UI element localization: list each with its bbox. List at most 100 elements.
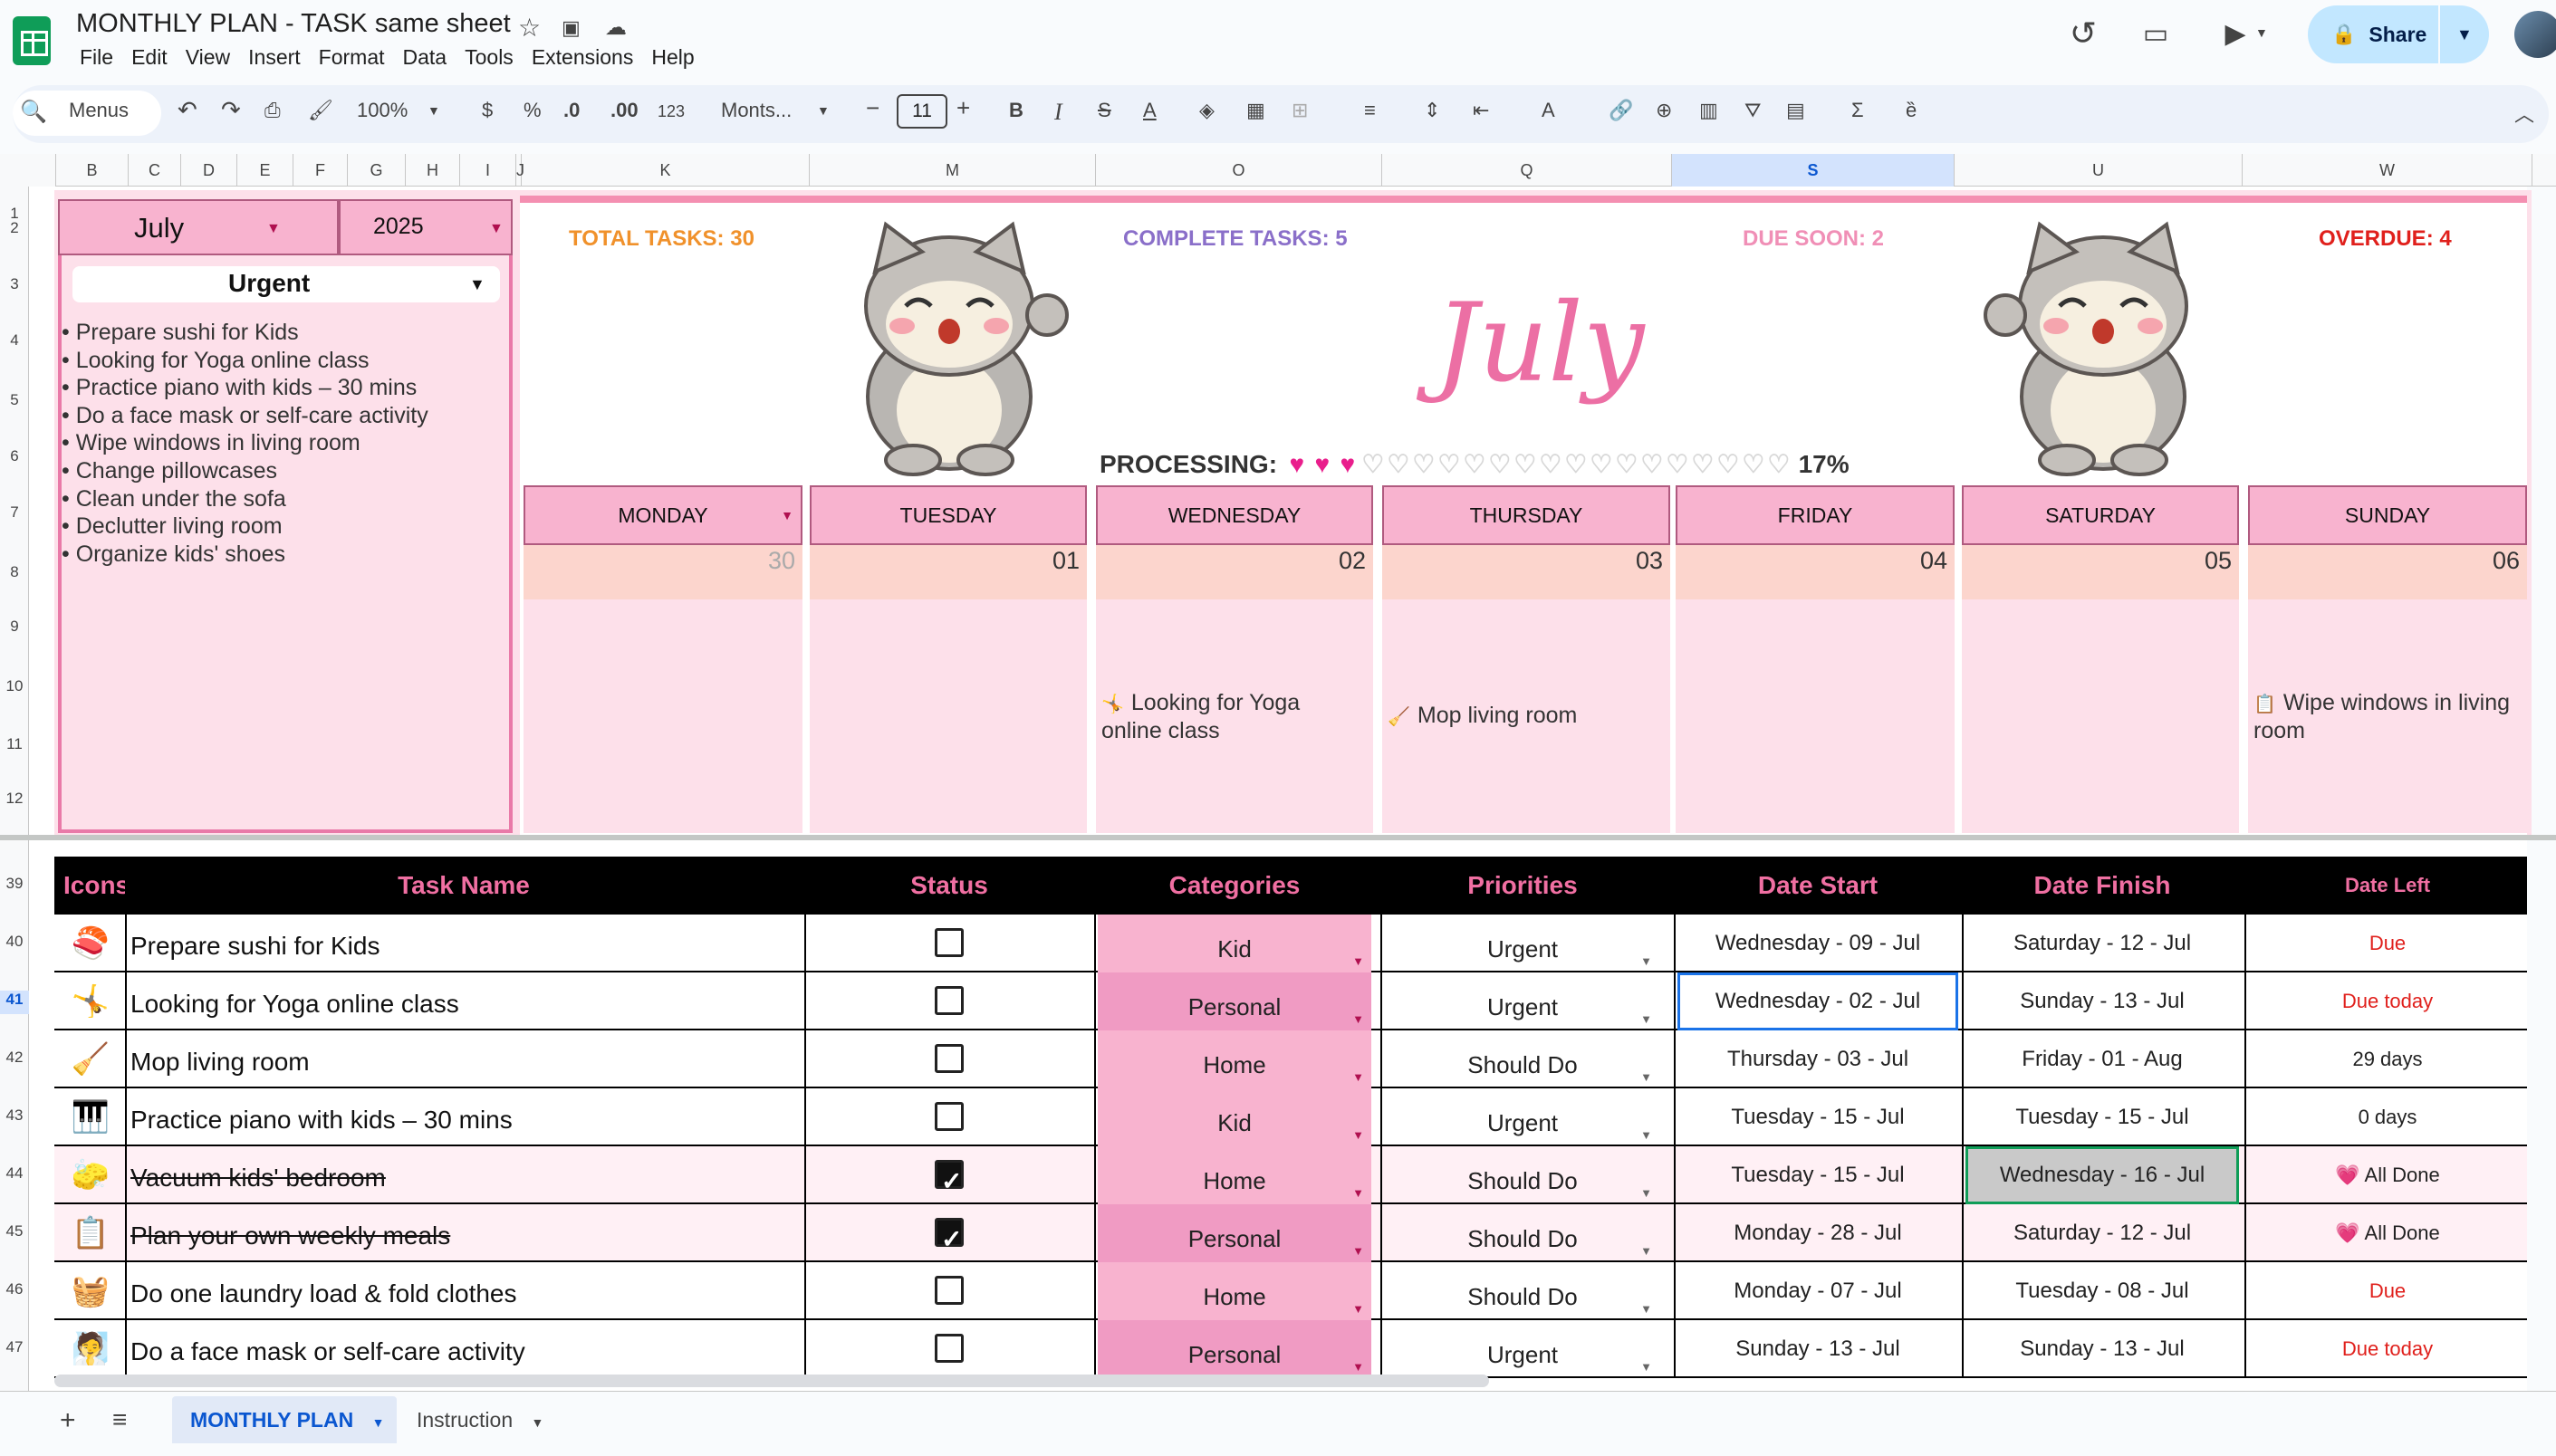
category-select[interactable]: Personal ▼ xyxy=(1098,1204,1371,1262)
increase-decimal-button[interactable]: .00 xyxy=(610,99,639,122)
column-header-m[interactable]: M xyxy=(810,154,1096,187)
month-select[interactable]: July ▼ xyxy=(58,199,339,255)
status-checkbox[interactable] xyxy=(935,1211,964,1269)
day-cell-tuesday[interactable] xyxy=(810,599,1087,833)
table-header-categories[interactable]: Categories xyxy=(1098,857,1371,915)
column-header-s[interactable]: S xyxy=(1672,154,1955,187)
month-dropdown-icon[interactable]: ▼ xyxy=(266,221,281,237)
tab-menu-icon[interactable]: ▼ xyxy=(532,1415,544,1430)
priority-select[interactable]: Urgent ▼ xyxy=(1384,1088,1661,1146)
status-checkbox[interactable] xyxy=(935,1044,964,1074)
merge-cells-icon[interactable]: ⊞ xyxy=(1292,99,1308,122)
task-name[interactable]: Do one laundry load & fold clothes xyxy=(127,1262,801,1320)
share-dropdown-icon[interactable]: ▼ xyxy=(2456,25,2473,44)
column-header-k[interactable]: K xyxy=(522,154,810,187)
table-header-priorities[interactable]: Priorities xyxy=(1384,857,1661,915)
priority-filter-dropdown-icon[interactable]: ▼ xyxy=(469,275,485,294)
horizontal-align-icon[interactable]: ≡ xyxy=(1364,99,1376,122)
filter-icon[interactable]: ⛛ xyxy=(1744,99,1761,122)
column-header-c[interactable]: C xyxy=(129,154,181,187)
column-header-w[interactable]: W xyxy=(2243,154,2532,187)
status-checkbox-cell[interactable] xyxy=(808,1320,1091,1378)
row-header-46[interactable]: 46 xyxy=(0,1280,29,1304)
tab-instruction[interactable]: Instruction ▼ xyxy=(406,1396,569,1443)
filter-views-icon[interactable]: ▤ xyxy=(1786,99,1805,122)
add-sheet-icon[interactable]: + xyxy=(60,1405,76,1436)
column-header-q[interactable]: Q xyxy=(1382,154,1672,187)
row-header-2[interactable]: 2 xyxy=(0,219,29,237)
status-checkbox[interactable] xyxy=(935,1334,964,1364)
menu-insert[interactable]: Insert xyxy=(239,45,310,70)
row-header-42[interactable]: 42 xyxy=(0,1049,29,1072)
zoom-select[interactable]: 100% xyxy=(357,99,408,122)
day-cell-saturday[interactable] xyxy=(1962,599,2239,833)
row-header-11[interactable]: 11 xyxy=(0,735,29,753)
collapse-toolbar-icon[interactable]: ︿ xyxy=(2514,99,2534,128)
task-name[interactable]: Looking for Yoga online class xyxy=(127,972,801,1030)
row-header-8[interactable]: 8 xyxy=(0,563,29,581)
status-checkbox-cell[interactable] xyxy=(808,1030,1091,1088)
tab-menu-icon[interactable]: ▼ xyxy=(372,1415,385,1430)
category-select[interactable]: Home ▼ xyxy=(1098,1030,1371,1088)
row-header-45[interactable]: 45 xyxy=(0,1222,29,1246)
priority-select[interactable]: Should Do ▼ xyxy=(1384,1030,1661,1088)
status-checkbox[interactable] xyxy=(935,986,964,1016)
status-checkbox-cell[interactable] xyxy=(808,972,1091,1030)
column-header-u[interactable]: U xyxy=(1955,154,2243,187)
table-header-date-left[interactable]: Date Left xyxy=(2248,857,2527,915)
task-name[interactable]: Vacuum kids' bedroom xyxy=(127,1146,801,1204)
column-header-d[interactable]: D xyxy=(181,154,237,187)
category-select[interactable]: Home ▼ xyxy=(1098,1262,1371,1320)
menu-help[interactable]: Help xyxy=(642,45,703,70)
calendar-task-sunday[interactable]: 📋 Wipe windows in living room xyxy=(2253,690,2516,744)
row-header-44[interactable]: 44 xyxy=(0,1164,29,1188)
menu-file[interactable]: File xyxy=(71,45,122,70)
star-icon[interactable]: ☆ xyxy=(518,13,541,43)
increase-font-size-icon[interactable]: + xyxy=(956,94,970,122)
column-header-f[interactable]: F xyxy=(293,154,348,187)
document-title[interactable]: MONTHLY PLAN - TASK same sheet xyxy=(76,9,511,39)
table-header-task-name[interactable]: Task Name xyxy=(127,857,801,915)
column-header-o[interactable]: O xyxy=(1096,154,1382,187)
date-start[interactable]: Thursday - 03 - Jul xyxy=(1677,1030,1958,1088)
row-header-9[interactable]: 9 xyxy=(0,618,29,636)
year-select[interactable]: 2025 ▼ xyxy=(339,199,513,255)
day-cell-monday[interactable] xyxy=(524,599,802,833)
borders-icon[interactable]: ▦ xyxy=(1246,99,1265,122)
date-start[interactable]: Tuesday - 15 - Jul xyxy=(1677,1088,1958,1146)
date-start[interactable]: Tuesday - 15 - Jul xyxy=(1677,1146,1958,1204)
table-header-date-finish[interactable]: Date Finish xyxy=(1965,857,2239,915)
date-finish[interactable]: Tuesday - 08 - Jul xyxy=(1965,1262,2239,1320)
date-finish[interactable]: Saturday - 12 - Jul xyxy=(1965,1204,2239,1262)
print-icon[interactable]: ⎙ xyxy=(264,99,281,122)
category-select[interactable]: Personal ▼ xyxy=(1098,1320,1371,1378)
vertical-align-icon[interactable]: ⇕ xyxy=(1424,99,1440,122)
row-header-40[interactable]: 40 xyxy=(0,933,29,956)
task-name[interactable]: Prepare sushi for Kids xyxy=(127,915,801,972)
day-dropdown-icon[interactable]: ▼ xyxy=(781,508,793,522)
status-checkbox[interactable] xyxy=(935,1153,964,1211)
calendar-task-wednesday[interactable]: 🤸 Looking for Yoga online class xyxy=(1101,690,1364,744)
tab-monthly-plan[interactable]: MONTHLY PLAN ▼ xyxy=(172,1396,397,1443)
row-header-41[interactable]: 41 xyxy=(0,991,29,1014)
menu-format[interactable]: Format xyxy=(310,45,394,70)
comments-icon[interactable]: ▭ xyxy=(2134,18,2177,50)
move-folder-icon[interactable]: ▣ xyxy=(562,16,581,40)
menu-view[interactable]: View xyxy=(177,45,239,70)
zoom-dropdown-icon[interactable]: ▼ xyxy=(428,103,440,118)
priority-select[interactable]: Urgent ▼ xyxy=(1384,915,1661,972)
functions-icon[interactable]: Σ xyxy=(1851,99,1864,122)
status-checkbox[interactable] xyxy=(935,1276,964,1306)
row-header-5[interactable]: 5 xyxy=(0,391,29,409)
menu-extensions[interactable]: Extensions xyxy=(523,45,643,70)
date-start[interactable]: Monday - 28 - Jul xyxy=(1677,1204,1958,1262)
category-select[interactable]: Home ▼ xyxy=(1098,1146,1371,1204)
category-select[interactable]: Kid ▼ xyxy=(1098,915,1371,972)
insert-link-icon[interactable]: 🔗 xyxy=(1609,99,1633,122)
priority-select[interactable]: Should Do ▼ xyxy=(1384,1262,1661,1320)
row-header-7[interactable]: 7 xyxy=(0,503,29,522)
priority-select[interactable]: Urgent ▼ xyxy=(1384,1320,1661,1378)
meet-icon[interactable]: ▶ xyxy=(2214,18,2257,50)
font-dropdown-icon[interactable]: ▼ xyxy=(817,103,830,118)
priority-select[interactable]: Should Do ▼ xyxy=(1384,1146,1661,1204)
